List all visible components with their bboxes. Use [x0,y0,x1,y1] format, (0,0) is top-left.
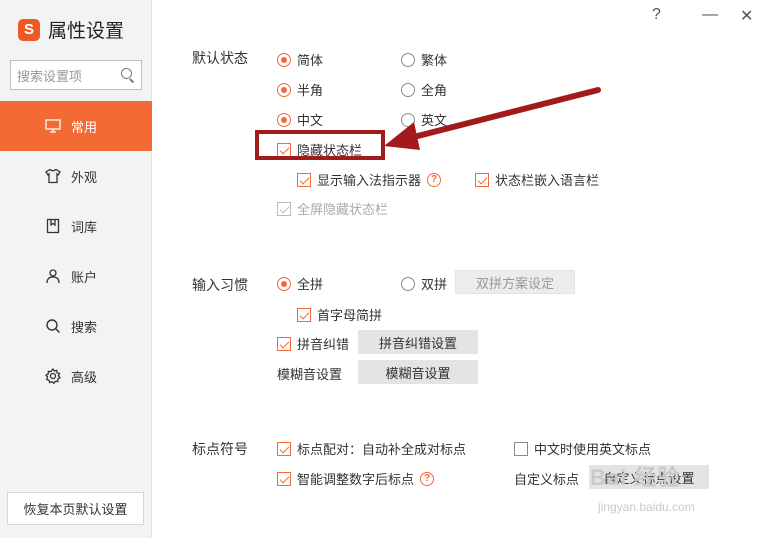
checkbox[interactable] [297,172,311,187]
checkbox-label: 中文时使用英文标点 [534,442,652,457]
radio-label: 繁体 [421,53,448,68]
gear-icon [44,367,62,385]
sidebar-item-label: 外观 [71,169,98,185]
custom-punctuation-label: 自定义标点 [514,469,579,488]
sidebar-item-label: 搜索 [71,319,98,335]
section-label-input-habit: 输入习惯 [192,277,248,293]
section-label-default-state: 默认状态 [192,50,248,66]
radio-label: 半角 [297,83,324,98]
radio-label: 双拼 [421,277,448,292]
help-question-icon[interactable]: ? [427,172,442,187]
radio-half-width[interactable]: 半角 [277,80,323,99]
radio-button[interactable] [277,112,291,127]
fuzzy-sound-settings-button[interactable]: 模糊音设置 [358,360,478,384]
radio-button[interactable] [401,276,415,291]
app-logo: S 属性设置 [18,16,124,43]
radio-double-pinyin[interactable]: 双拼 [401,274,447,293]
monitor-icon [44,117,62,135]
section-label-punctuation: 标点符号 [192,441,248,457]
checkbox[interactable] [277,336,291,351]
checkbox-label: 标点配对：自动补全成对标点 [297,442,467,457]
checkbox[interactable] [277,471,291,486]
search-placeholder: 搜索设置项 [17,68,83,84]
checkbox-smart-after-digits[interactable]: 智能调整数字后标点 ? [277,469,435,488]
sidebar-item-dictionary[interactable]: 词库 [0,201,152,251]
radio-simplified[interactable]: 简体 [277,50,323,69]
checkbox[interactable] [475,172,489,187]
checkbox-show-indicator[interactable]: 显示输入法指示器 ? [297,170,442,189]
fuzzy-sound-text: 模糊音设置 [277,367,343,382]
checkbox-initials-abbrev[interactable]: 首字母简拼 [297,305,382,324]
checkbox-pinyin-correction[interactable]: 拼音纠错 [277,334,349,353]
checkbox-auto-pair-punctuation[interactable]: 标点配对：自动补全成对标点 [277,439,466,458]
sidebar-item-appearance[interactable]: 外观 [0,151,152,201]
double-pinyin-scheme-button: 双拼方案设定 [455,270,575,294]
radio-button[interactable] [401,52,415,67]
search-icon[interactable] [121,68,135,82]
sidebar-item-advanced[interactable]: 高级 [0,351,152,401]
help-button[interactable]: ? [652,6,661,24]
sidebar: S 属性设置 搜索设置项 常用 外观 词库 账户 搜索 高级 恢复本页默认设置 [0,0,152,538]
sidebar-item-label: 高级 [71,369,98,385]
checkbox-label: 首字母简拼 [317,308,383,323]
watermark-url: jingyan.baidu.com [598,500,695,514]
sidebar-item-common[interactable]: 常用 [0,101,152,151]
fuzzy-sound-label: 模糊音设置 [277,364,342,383]
checkbox-fullscreen-hide: 全屏隐藏状态栏 [277,199,388,218]
checkbox-label: 智能调整数字后标点 [297,472,415,487]
sidebar-nav: 常用 外观 词库 账户 搜索 高级 [0,101,152,401]
checkbox-label: 状态栏嵌入语言栏 [495,173,600,188]
radio-button[interactable] [277,276,291,291]
search-icon [44,317,62,335]
minimize-button[interactable]: — [702,6,718,24]
reset-defaults-button[interactable]: 恢复本页默认设置 [7,492,144,525]
close-button[interactable]: ✕ [740,6,753,25]
radio-chinese[interactable]: 中文 [277,110,323,129]
sidebar-item-label: 词库 [71,219,98,235]
checkbox-label: 显示输入法指示器 [317,173,422,188]
book-icon [44,217,62,235]
radio-traditional[interactable]: 繁体 [401,50,447,69]
sidebar-item-account[interactable]: 账户 [0,251,152,301]
checkbox-embed-language-bar[interactable]: 状态栏嵌入语言栏 [475,170,599,189]
sidebar-item-label: 账户 [71,269,98,285]
user-icon [44,267,62,285]
shirt-icon [44,167,62,185]
window-title: 属性设置 [48,21,125,42]
checkbox[interactable] [514,441,528,456]
pinyin-correction-settings-button[interactable]: 拼音纠错设置 [358,330,478,354]
sidebar-item-label: 常用 [71,119,98,135]
radio-label: 中文 [297,113,324,128]
help-question-icon[interactable]: ? [420,471,435,486]
radio-label: 简体 [297,53,324,68]
search-input[interactable]: 搜索设置项 [10,60,142,90]
checkbox-english-punct-in-chinese[interactable]: 中文时使用英文标点 [514,439,651,458]
checkbox[interactable] [277,441,291,456]
checkbox-label: 全屏隐藏状态栏 [297,202,389,217]
checkbox-label: 拼音纠错 [297,337,350,352]
radio-button[interactable] [277,82,291,97]
radio-button[interactable] [277,52,291,67]
baidu-jingyan-watermark: Bai 经验 [590,465,681,490]
custom-punctuation-text: 自定义标点 [514,472,580,487]
annotation-arrow-icon [384,87,601,150]
radio-full-pinyin[interactable]: 全拼 [277,274,323,293]
sidebar-item-search[interactable]: 搜索 [0,301,152,351]
checkbox [277,201,291,216]
sogou-logo-icon: S [18,18,40,41]
checkbox[interactable] [297,307,311,322]
radio-label: 全拼 [297,277,324,292]
annotation-highlight-box [255,130,385,160]
